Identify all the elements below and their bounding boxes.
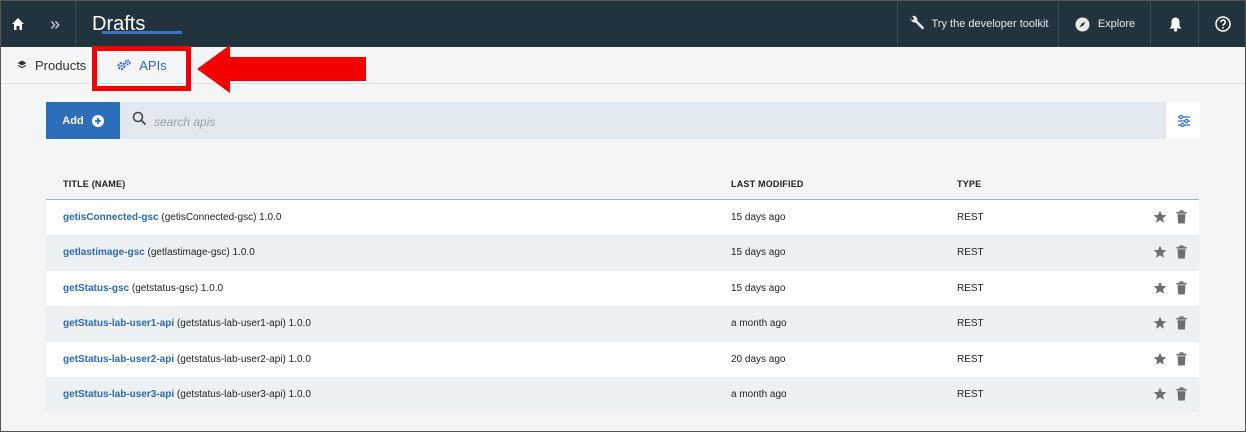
trash-icon[interactable]: [1176, 281, 1187, 295]
table-body: getisConnected-gsc (getisConnected-gsc) …: [46, 200, 1199, 413]
star-icon[interactable]: [1153, 245, 1167, 259]
api-name-version: (getlastimage-gsc) 1.0.0: [147, 247, 255, 259]
api-title-link[interactable]: getStatus-gsc: [63, 283, 129, 294]
table-header: TITLE (NAME) LAST MODIFIED TYPE: [46, 166, 1199, 200]
explore-label: Explore: [1097, 18, 1136, 30]
column-header-type[interactable]: TYPE: [957, 179, 981, 189]
developer-toolkit-link[interactable]: Try the developer toolkit: [897, 1, 1058, 47]
search-icon: [132, 111, 147, 126]
type-cell: REST: [957, 282, 984, 294]
help-icon: [1214, 16, 1231, 32]
search-input[interactable]: [152, 111, 1056, 133]
api-name-version: (getstatus-gsc) 1.0.0: [131, 282, 224, 294]
api-title-link[interactable]: getStatus-lab-user2-api: [63, 354, 174, 365]
active-tab-indicator: [102, 31, 182, 34]
notifications-button[interactable]: [1150, 1, 1199, 47]
explore-link[interactable]: Explore: [1058, 1, 1151, 47]
table-row: getisConnected-gsc (getisConnected-gsc) …: [46, 200, 1199, 236]
home-button[interactable]: [1, 1, 35, 47]
api-title-cell: getlastimage-gsc (getlastimage-gsc) 1.0.…: [63, 247, 255, 258]
api-title-cell: getStatus-lab-user2-api (getstatus-lab-u…: [63, 354, 311, 365]
expand-nav-button[interactable]: »: [35, 1, 76, 47]
home-icon: [12, 18, 24, 30]
star-icon[interactable]: [1153, 352, 1167, 366]
table-row: getStatus-gsc (getstatus-gsc) 1.0.0 15 d…: [46, 270, 1199, 307]
table-row: getStatus-lab-user2-api (getstatus-lab-u…: [46, 341, 1199, 377]
trash-icon[interactable]: [1176, 245, 1187, 259]
add-button[interactable]: Add: [46, 102, 120, 139]
filter-settings-button[interactable]: [1167, 102, 1200, 139]
api-title-link[interactable]: getlastimage-gsc: [63, 247, 145, 258]
api-title-cell: getStatus-gsc (getstatus-gsc) 1.0.0: [63, 283, 223, 294]
api-name-version: (getstatus-lab-user3-api) 1.0.0: [176, 388, 311, 400]
column-header-title[interactable]: TITLE (NAME): [63, 179, 125, 189]
type-cell: REST: [957, 353, 984, 365]
table-row: getStatus-lab-user3-api (getstatus-lab-u…: [46, 376, 1199, 413]
red-arrow-annotation: [197, 45, 366, 93]
tab-products[interactable]: Products: [17, 47, 86, 83]
plus-circle-icon: [91, 114, 104, 127]
star-icon[interactable]: [1153, 210, 1167, 224]
sliders-icon: [1177, 114, 1190, 127]
table-row: getStatus-lab-user1-api (getstatus-lab-u…: [46, 306, 1199, 342]
api-name-version: (getstatus-lab-user1-api) 1.0.0: [176, 318, 311, 330]
top-bar: » Drafts Try the developer toolkit Explo…: [1, 1, 1245, 47]
star-icon[interactable]: [1153, 281, 1167, 295]
add-button-label: Add: [62, 114, 84, 127]
last-modified-cell: 15 days ago: [731, 212, 786, 223]
developer-toolkit-label: Try the developer toolkit: [931, 18, 1049, 30]
api-title-cell: getStatus-lab-user3-api (getstatus-lab-u…: [63, 389, 311, 400]
search-bar: [120, 102, 1166, 139]
highlight-box-annotation: [92, 46, 191, 91]
last-modified-cell: a month ago: [731, 388, 787, 400]
type-cell: REST: [957, 318, 984, 330]
api-name-version: (getisConnected-gsc) 1.0.0: [161, 212, 282, 223]
wrench-icon: [910, 15, 924, 30]
api-title-link[interactable]: getStatus-lab-user3-api: [63, 389, 174, 400]
api-title-cell: getStatus-lab-user1-api (getstatus-lab-u…: [63, 318, 311, 329]
trash-icon[interactable]: [1176, 210, 1187, 224]
trash-icon[interactable]: [1176, 316, 1187, 330]
api-table: TITLE (NAME) LAST MODIFIED TYPE getisCon…: [46, 166, 1199, 413]
app-frame: » Drafts Try the developer toolkit Explo…: [0, 0, 1246, 432]
table-row: getlastimage-gsc (getlastimage-gsc) 1.0.…: [46, 235, 1199, 271]
api-title-link[interactable]: getStatus-lab-user1-api: [63, 318, 174, 329]
type-cell: REST: [957, 247, 984, 259]
star-icon[interactable]: [1153, 316, 1167, 330]
last-modified-cell: a month ago: [731, 318, 787, 330]
type-cell: REST: [957, 212, 984, 223]
api-title-link[interactable]: getisConnected-gsc: [63, 212, 159, 223]
compass-icon: [1075, 16, 1090, 32]
help-button[interactable]: [1198, 1, 1246, 47]
bell-icon: [1169, 17, 1181, 32]
api-title-cell: getisConnected-gsc (getisConnected-gsc) …: [63, 212, 281, 223]
last-modified-cell: 15 days ago: [731, 282, 786, 294]
double-chevron-right-icon: »: [49, 13, 60, 34]
last-modified-cell: 20 days ago: [731, 353, 786, 365]
star-icon[interactable]: [1153, 387, 1167, 401]
tab-products-label: Products: [35, 57, 87, 73]
layers-icon: [17, 60, 27, 69]
last-modified-cell: 15 days ago: [731, 247, 786, 259]
trash-icon[interactable]: [1176, 387, 1187, 401]
trash-icon[interactable]: [1176, 351, 1187, 366]
type-cell: REST: [957, 388, 984, 400]
column-header-last-modified[interactable]: LAST MODIFIED: [731, 179, 804, 189]
api-name-version: (getstatus-lab-user2-api) 1.0.0: [176, 353, 311, 365]
